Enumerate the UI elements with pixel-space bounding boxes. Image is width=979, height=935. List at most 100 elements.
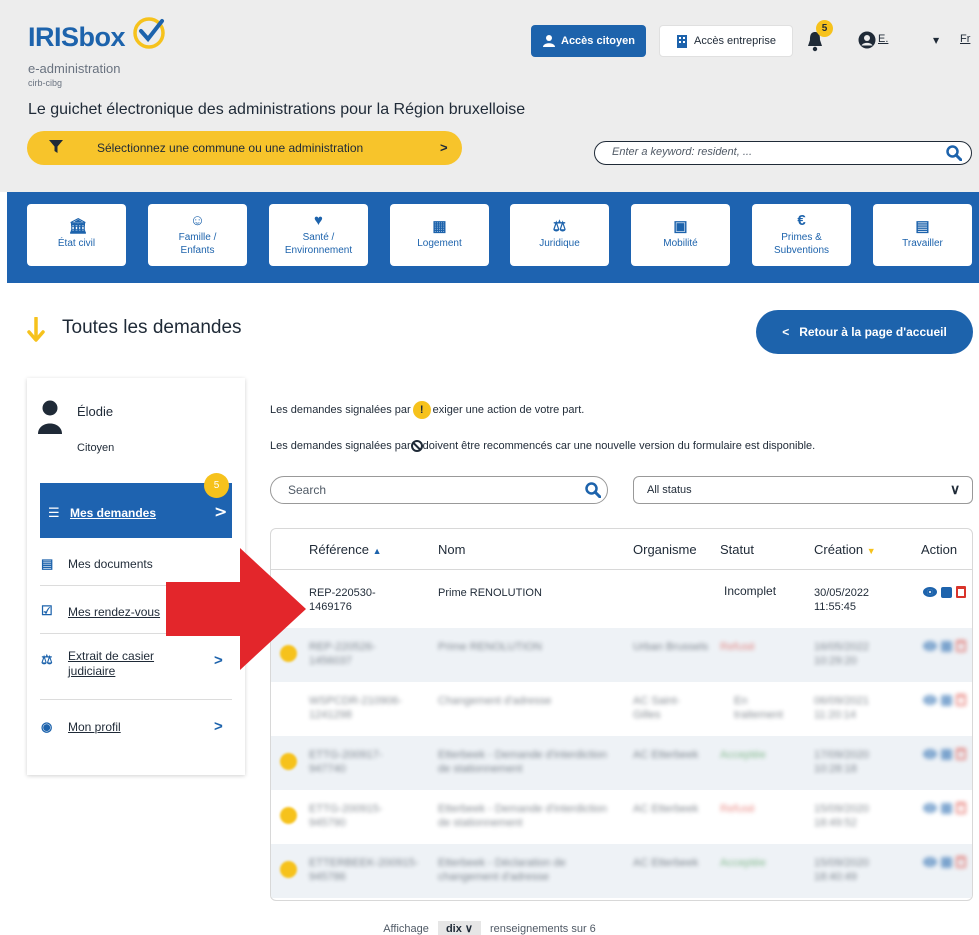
row-actions xyxy=(923,856,966,868)
edit-icon[interactable] xyxy=(941,694,952,706)
column-header-creation[interactable]: Création ▼ xyxy=(814,542,876,557)
warning-icon xyxy=(280,861,297,878)
table-row[interactable]: ETTERBEEK-200915- 945786 Etterbeek - Décl… xyxy=(271,844,972,898)
category-sante[interactable]: ♥ Santé / Environnement xyxy=(269,204,368,266)
edit-icon[interactable] xyxy=(941,748,952,760)
row-organisme: AC Etterbeek xyxy=(633,803,699,815)
citizen-access-button[interactable]: Accès citoyen xyxy=(531,25,646,57)
row-reference-2: 947740 xyxy=(309,763,346,776)
row-reference: REP-220526- xyxy=(309,641,376,653)
user-circle-icon[interactable] xyxy=(858,31,876,49)
trash-icon[interactable] xyxy=(956,856,966,868)
document-icon: ▤ xyxy=(41,556,54,571)
row-statut: Refusé xyxy=(720,803,755,815)
info-text: Les demandes signalées par xyxy=(270,403,411,416)
calendar-check-icon: ☑ xyxy=(41,603,53,618)
category-etat-civil[interactable]: 🏛︎ État civil xyxy=(27,204,126,266)
sidebar-item-label: Mon profil xyxy=(68,720,121,734)
chevron-right-icon: > xyxy=(440,140,448,155)
status-filter-select[interactable]: All status ∨ xyxy=(633,476,973,504)
table-row[interactable]: REP-220526- 1456037 Prime RENOLUTION Urba… xyxy=(271,628,972,682)
trash-icon[interactable] xyxy=(956,694,966,706)
category-mobilite[interactable]: ▣ Mobilité xyxy=(631,204,730,266)
row-date: 06/09/2021 xyxy=(814,695,870,707)
ban-icon xyxy=(410,440,423,453)
bank-icon: 🏛︎ xyxy=(68,218,88,236)
commune-selector[interactable]: Sélectionnez une commune ou une administ… xyxy=(27,131,462,165)
user-menu-name[interactable]: E. xyxy=(878,33,888,45)
row-nom-2: changement d'adresse xyxy=(438,871,549,884)
edit-icon[interactable] xyxy=(941,802,952,814)
red-arrow-annotation xyxy=(166,548,306,670)
pagination-suffix: renseignements sur 6 xyxy=(490,923,596,935)
row-organisme: Urban Brussels xyxy=(633,641,709,653)
eye-icon[interactable] xyxy=(923,803,937,813)
row-date: 17/09/2020 xyxy=(814,749,870,761)
row-reference-2: 945790 xyxy=(309,817,346,830)
row-organisme: AC Etterbeek xyxy=(633,857,699,869)
per-page-select[interactable]: dix ∨ xyxy=(437,921,481,935)
keyword-search-input[interactable]: Enter a keyword: resident, ... xyxy=(594,141,972,165)
info-text: Les demandes signalées par xyxy=(270,440,411,452)
irisbox-logo[interactable]: IRISbox xyxy=(28,17,165,53)
sidebar-item-mon-profil[interactable]: ◉ Mon profil > xyxy=(40,700,232,748)
chevron-right-icon: > xyxy=(214,718,223,735)
logo-subtitle-2: cirb-cibg xyxy=(28,78,63,88)
language-selector[interactable]: Fr xyxy=(960,33,970,45)
briefcase-icon: ▤ xyxy=(915,218,930,236)
category-famille[interactable]: ☺ Famille / Enfants xyxy=(148,204,247,266)
row-date: 15/09/2020 xyxy=(814,803,870,815)
request-search-input[interactable]: Search xyxy=(270,476,608,504)
category-travailler[interactable]: ▤ Travailler xyxy=(873,204,972,266)
row-nom: Changement d'adresse xyxy=(438,695,552,707)
keyword-search-placeholder: Enter a keyword: resident, ... xyxy=(612,146,753,158)
row-date: 30/05/2022 xyxy=(814,587,870,599)
caret-down-icon[interactable]: ▼ xyxy=(933,36,939,45)
eye-icon[interactable] xyxy=(923,857,937,867)
eye-icon[interactable] xyxy=(923,695,937,705)
trash-icon[interactable] xyxy=(956,640,966,652)
table-row[interactable]: REP-220530- 1469176 Prime RENOLUTION Inco… xyxy=(271,574,972,628)
category-logement[interactable]: ▦ Logement xyxy=(390,204,489,266)
column-header-reference[interactable]: Référence ▲ xyxy=(309,542,382,557)
back-to-home-button[interactable]: < Retour à la page d'accueil xyxy=(756,310,973,354)
row-organisme: AC Saint- xyxy=(633,695,681,707)
column-header-organisme[interactable]: Organisme xyxy=(633,542,697,557)
back-to-home-label: Retour à la page d'accueil xyxy=(799,325,947,339)
request-search-placeholder: Search xyxy=(288,483,327,497)
row-time: 11:20:14 xyxy=(814,709,857,722)
row-reference: REP-220530- xyxy=(309,587,376,599)
sort-down-icon: ▼ xyxy=(866,546,876,556)
row-time: 10:29:20 xyxy=(814,655,857,668)
row-statut: Refusé xyxy=(720,641,755,653)
table-row[interactable]: ETTG-200915- 945790 Etterbeek - Demande d… xyxy=(271,790,972,844)
scale-icon: ⚖ xyxy=(41,652,53,667)
scale-icon: ⚖ xyxy=(552,218,567,236)
building-icon: ▦ xyxy=(432,218,447,236)
row-statut: Acceptée xyxy=(720,749,766,761)
search-icon[interactable] xyxy=(585,482,601,498)
edit-icon[interactable] xyxy=(941,640,952,652)
column-header-statut[interactable]: Statut xyxy=(720,542,754,557)
trash-icon[interactable] xyxy=(956,586,966,598)
edit-icon[interactable] xyxy=(941,856,952,868)
category-label-2: Environnement xyxy=(284,244,353,256)
eye-icon[interactable] xyxy=(923,587,937,597)
trash-icon[interactable] xyxy=(956,748,966,760)
euro-icon: € xyxy=(797,212,806,229)
eye-icon[interactable] xyxy=(923,749,937,759)
enterprise-access-button[interactable]: Accès entreprise xyxy=(659,25,793,57)
eye-icon[interactable] xyxy=(923,641,937,651)
search-icon[interactable] xyxy=(946,145,962,161)
row-nom: Prime RENOLUTION xyxy=(438,587,542,599)
row-nom-2: de stationnement xyxy=(438,817,523,830)
column-header-nom[interactable]: Nom xyxy=(438,542,465,557)
category-juridique[interactable]: ⚖ Juridique xyxy=(510,204,609,266)
sidebar-item-mes-demandes[interactable]: ☰ Mes demandes > xyxy=(40,483,232,538)
table-row[interactable]: WSPCDR-210906- 1241298 Changement d'adres… xyxy=(271,682,972,736)
trash-icon[interactable] xyxy=(956,802,966,814)
edit-icon[interactable] xyxy=(941,586,952,598)
table-row[interactable]: ETTG-200917- 947740 Etterbeek - Demande d… xyxy=(271,736,972,790)
chevron-right-icon: > xyxy=(214,502,228,521)
category-primes[interactable]: € Primes & Subventions xyxy=(752,204,851,266)
